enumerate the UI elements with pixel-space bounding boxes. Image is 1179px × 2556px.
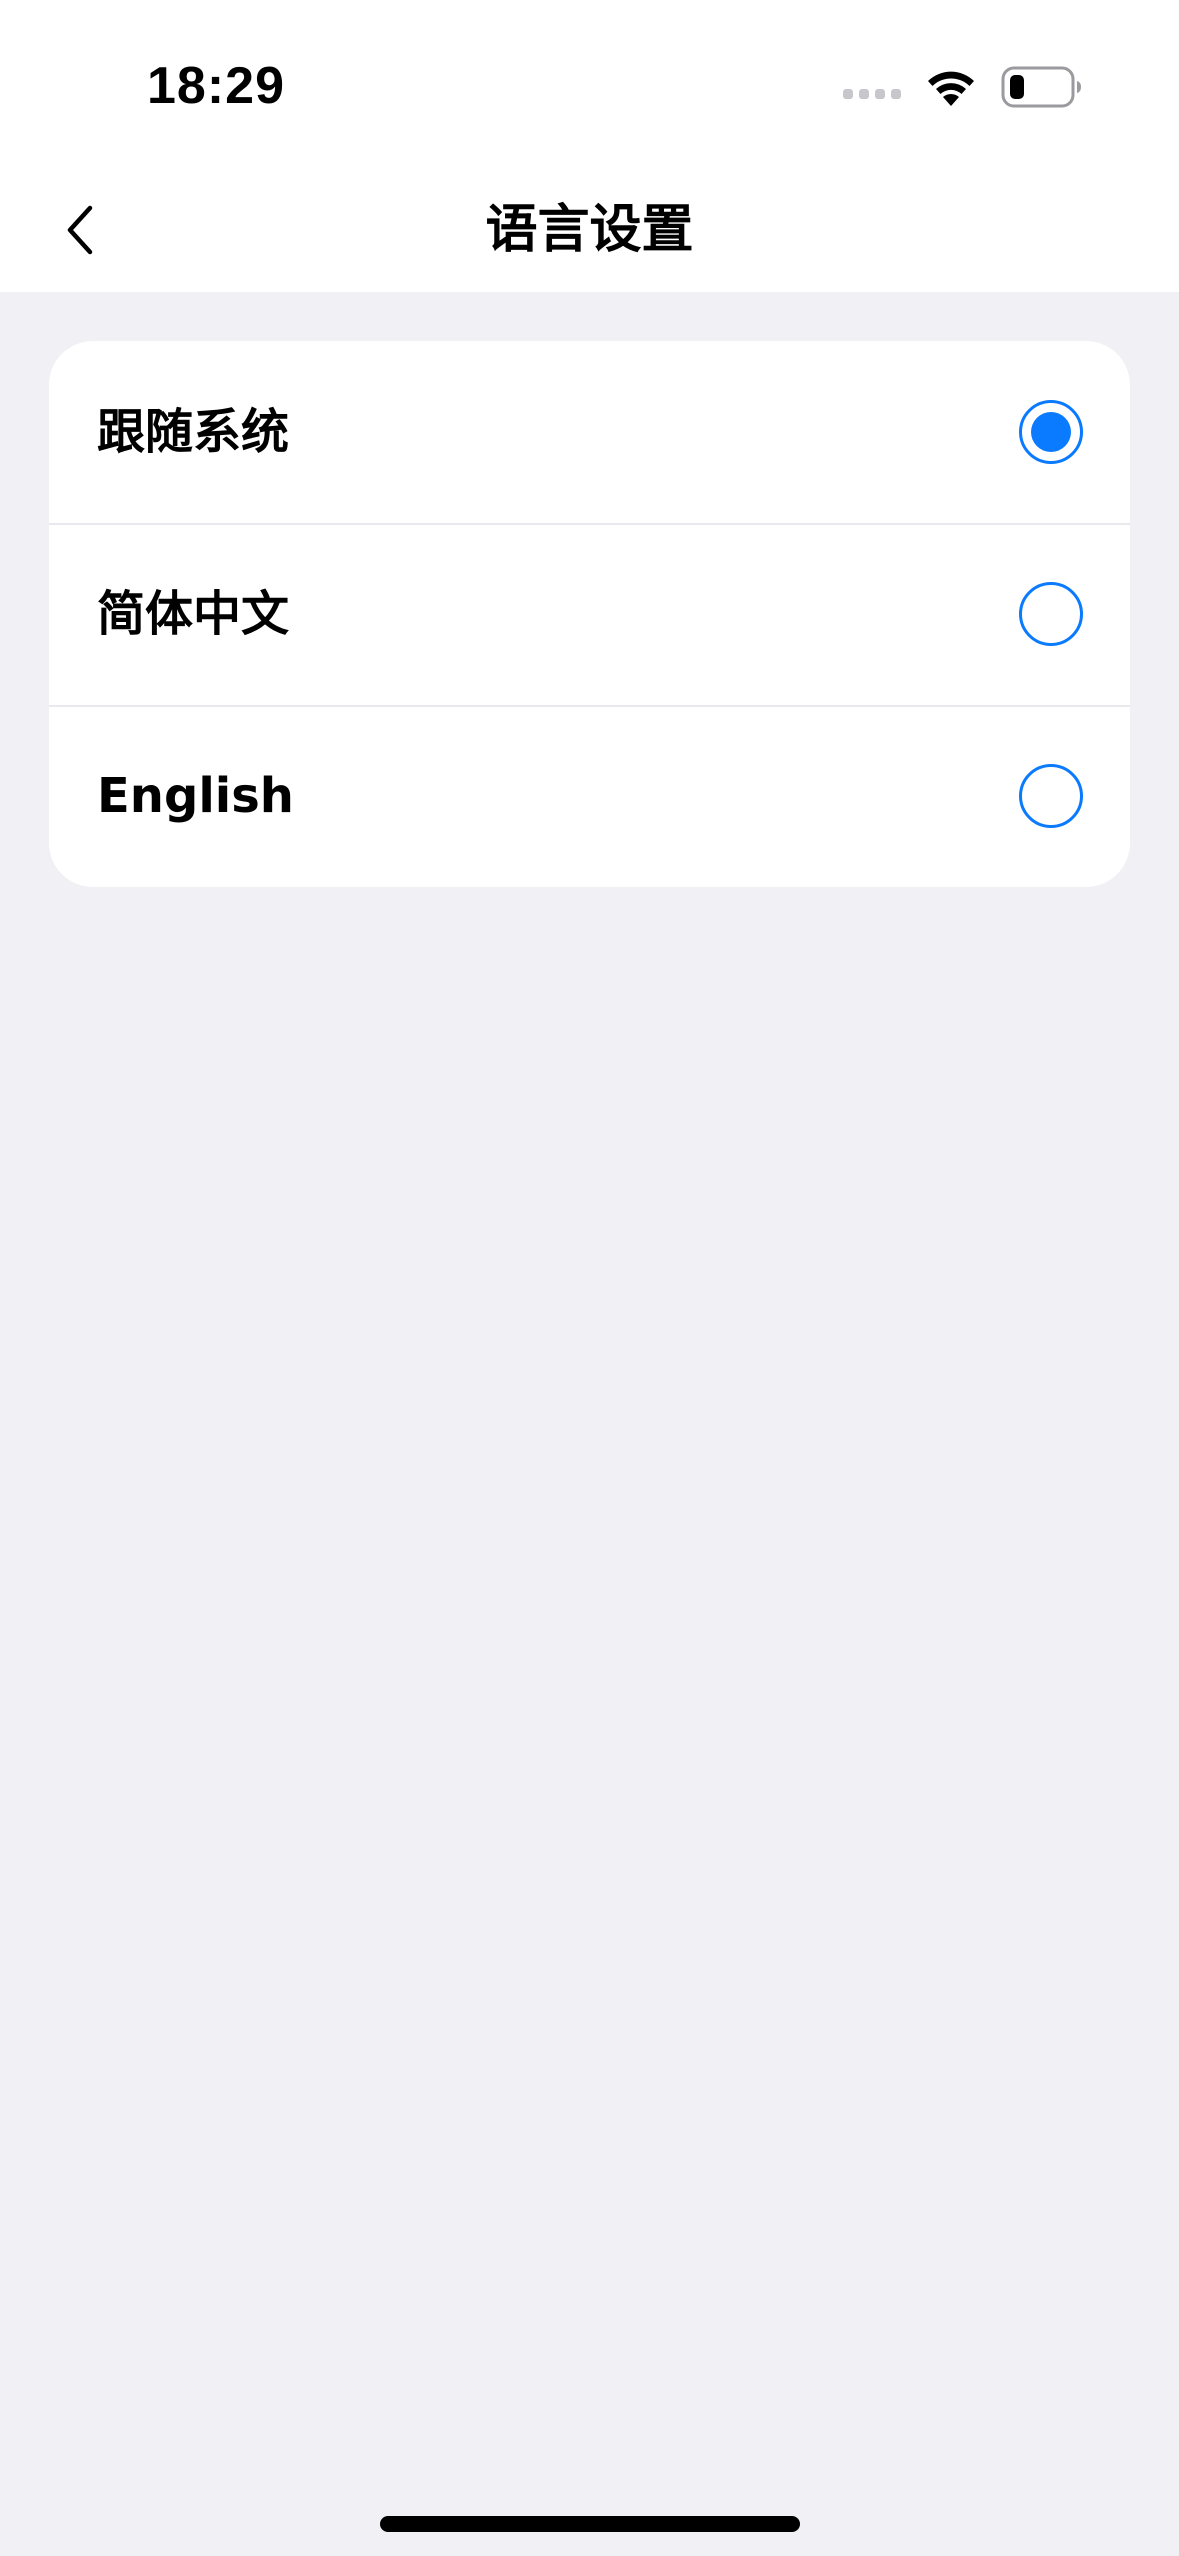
signal-icon <box>843 89 901 99</box>
nav-bar: 语言设置 <box>0 170 1179 292</box>
home-indicator[interactable] <box>380 2516 800 2532</box>
wifi-icon <box>928 71 974 106</box>
battery-icon <box>1001 66 1081 108</box>
language-option-simplified-chinese[interactable]: 简体中文 <box>49 523 1130 705</box>
status-icons <box>843 64 1083 110</box>
status-bar: 18:29 <box>0 0 1179 170</box>
language-option-follow-system[interactable]: 跟随系统 <box>49 341 1130 523</box>
status-time: 18:29 <box>147 57 285 115</box>
language-option-label: 跟随系统 <box>97 404 290 460</box>
radio-unselected-icon[interactable] <box>1019 764 1083 828</box>
radio-dot <box>1031 412 1071 452</box>
language-list: 跟随系统 简体中文 English <box>49 341 1130 887</box>
language-option-english[interactable]: English <box>49 705 1130 887</box>
radio-selected-icon[interactable] <box>1019 400 1083 464</box>
top-area: 18:29 语言设置 <box>0 0 1179 292</box>
language-option-label: 简体中文 <box>97 586 290 642</box>
radio-unselected-icon[interactable] <box>1019 582 1083 646</box>
language-option-label: English <box>97 768 294 824</box>
page-title: 语言设置 <box>485 200 694 260</box>
